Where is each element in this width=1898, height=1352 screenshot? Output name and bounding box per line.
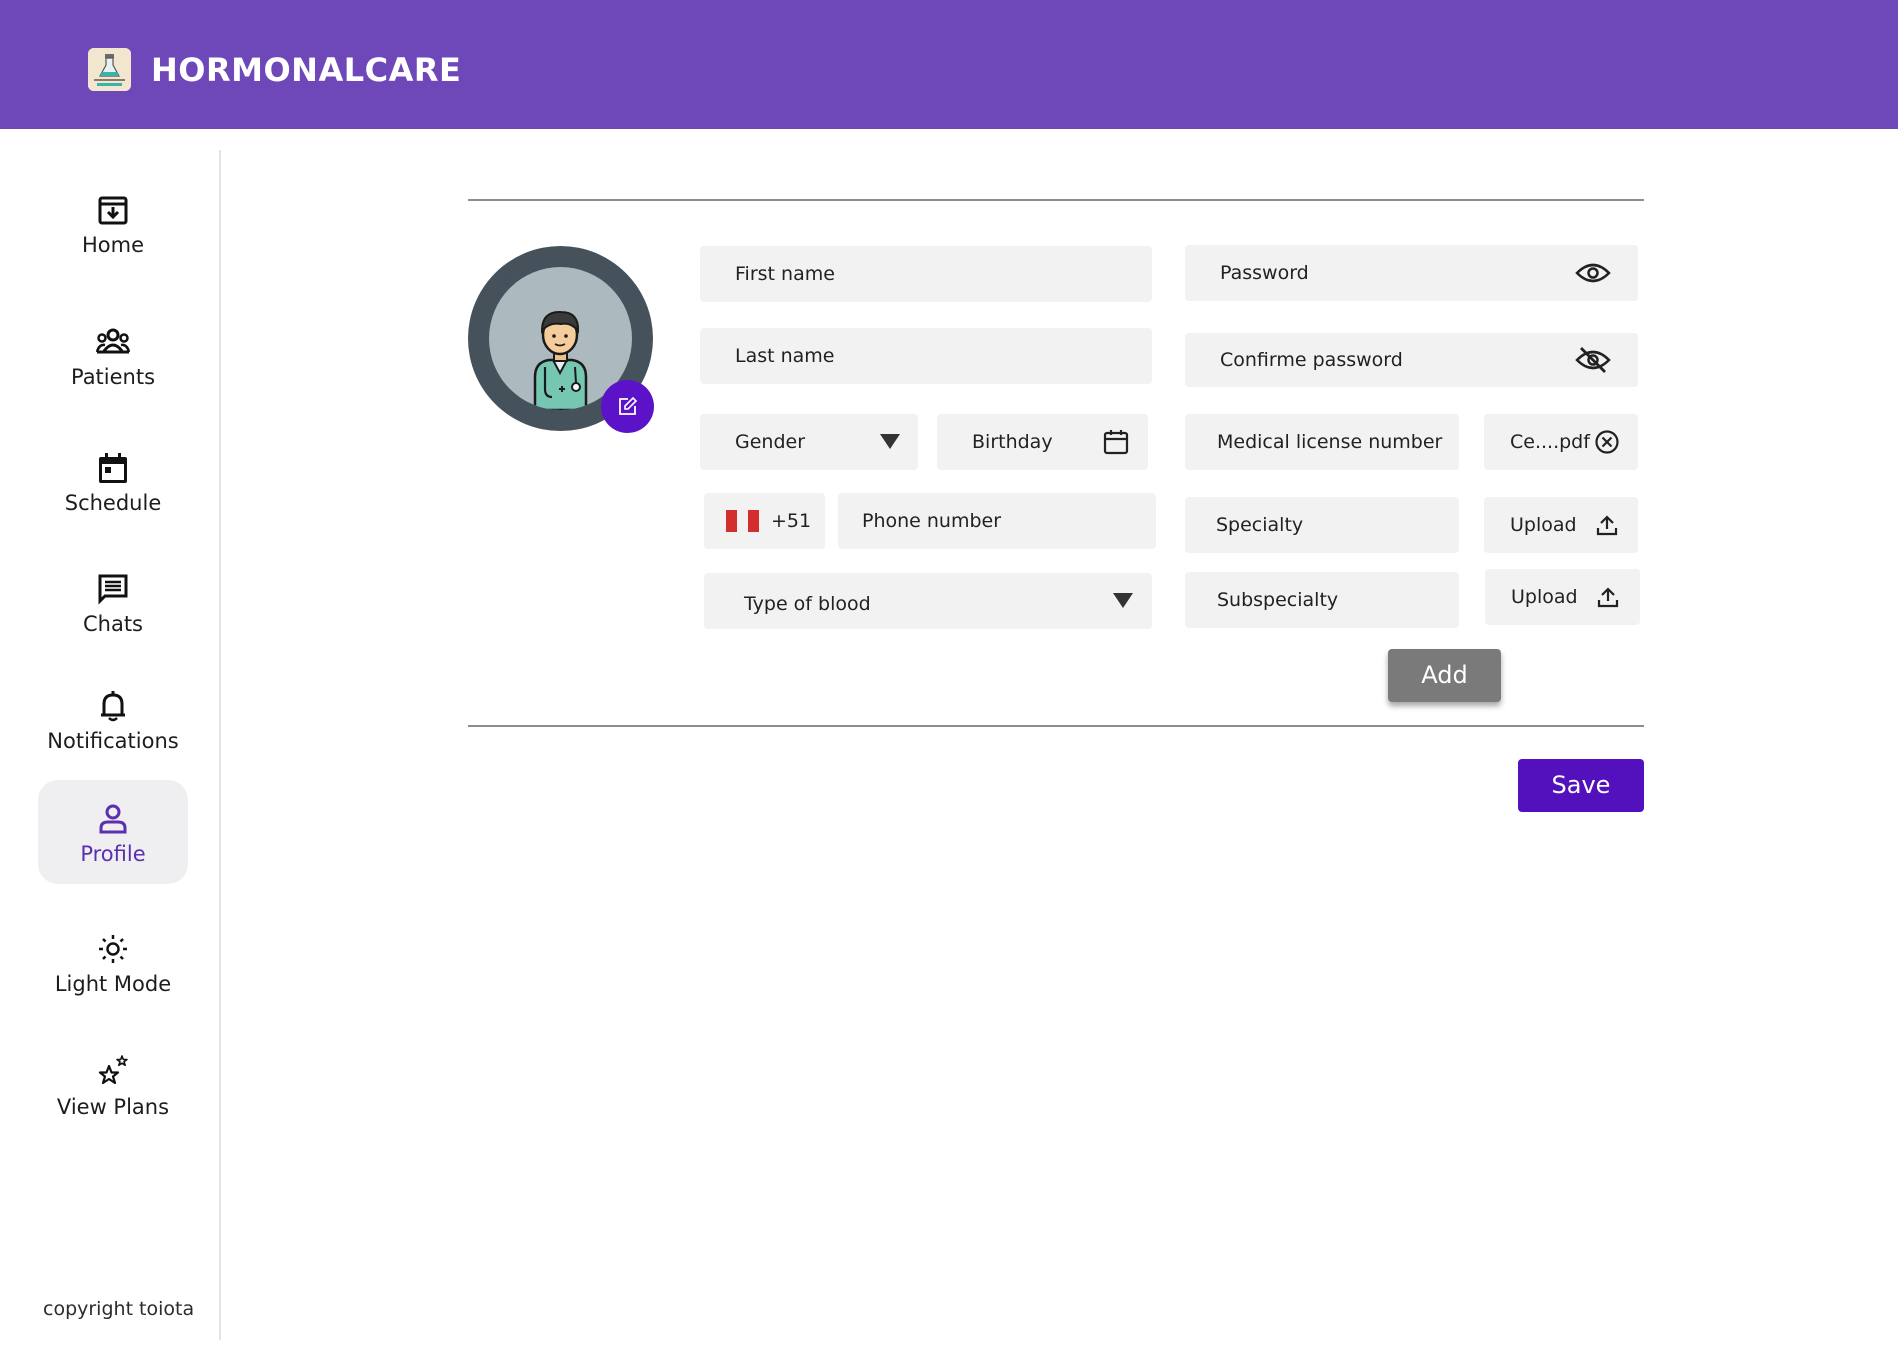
subspecialty-field[interactable]: Subspecialty	[1185, 572, 1459, 628]
sidebar-item-schedule[interactable]: Schedule	[38, 451, 188, 555]
sidebar-item-label: Schedule	[64, 491, 162, 515]
eye-icon[interactable]	[1575, 261, 1611, 285]
save-button[interactable]: Save	[1518, 759, 1644, 812]
medical-license-field[interactable]: Medical license number	[1185, 414, 1459, 470]
upload-specialty-button[interactable]: Upload	[1484, 497, 1638, 553]
home-archive-icon	[98, 196, 128, 225]
stars-icon	[98, 1055, 128, 1085]
calendar-icon[interactable]	[1103, 429, 1129, 455]
license-file-chip[interactable]: Ce....pdf	[1484, 414, 1638, 470]
upload-icon	[1597, 587, 1619, 608]
specialty-field[interactable]: Specialty	[1185, 497, 1459, 553]
sidebar-item-chats[interactable]: Chats	[38, 572, 188, 676]
peru-flag-icon	[726, 510, 759, 532]
bell-icon	[101, 691, 125, 722]
top-divider	[468, 199, 1644, 201]
sidebar-item-label: View Plans	[56, 1095, 170, 1119]
upload-subspecialty-button[interactable]: Upload	[1485, 569, 1640, 625]
sidebar-item-label: Light Mode	[54, 972, 172, 996]
sidebar-item-light-mode[interactable]: Light Mode	[38, 932, 188, 1036]
sidebar-item-home[interactable]: Home	[38, 193, 188, 297]
remove-file-icon[interactable]	[1594, 429, 1620, 455]
edit-icon	[619, 396, 638, 415]
sidebar-divider	[219, 150, 221, 1340]
sidebar-item-profile[interactable]: Profile	[38, 780, 188, 884]
country-code-select[interactable]: +51	[704, 493, 825, 549]
phone-number-field[interactable]: Phone number	[838, 493, 1156, 549]
sidebar-item-view-plans[interactable]: View Plans	[38, 1055, 188, 1159]
sidebar-item-label: Patients	[70, 365, 156, 389]
calendar-icon	[99, 453, 127, 483]
copyright-text: copyright toiota	[43, 1298, 195, 1320]
blood-type-select[interactable]: Type of blood	[704, 573, 1152, 629]
sidebar-item-label: Chats	[82, 612, 144, 636]
person-icon	[99, 804, 127, 834]
sidebar-item-patients[interactable]: Patients	[38, 325, 188, 429]
dropdown-arrow-icon	[1113, 593, 1133, 608]
gender-select[interactable]: Gender	[700, 414, 918, 470]
confirm-password-field[interactable]: Confirme password	[1185, 333, 1638, 387]
sidebar-item-label: Home	[81, 233, 144, 257]
app-header: HORMONALCARE	[0, 0, 1898, 129]
sidebar-item-notifications[interactable]: Notifications	[38, 689, 188, 793]
group-icon	[96, 328, 130, 354]
upload-icon	[1596, 515, 1618, 536]
password-field[interactable]: Password	[1185, 245, 1638, 301]
eye-off-icon[interactable]	[1575, 346, 1611, 374]
flask-logo-icon[interactable]	[88, 48, 131, 91]
add-button[interactable]: Add	[1388, 649, 1501, 702]
dropdown-arrow-icon	[880, 434, 900, 449]
birthday-field[interactable]: Birthday	[937, 414, 1148, 470]
last-name-field[interactable]: Last name	[700, 328, 1152, 384]
sidebar-item-label: Notifications	[47, 729, 179, 753]
sidebar-item-label: Profile	[80, 842, 146, 866]
chat-icon	[98, 574, 128, 605]
first-name-field[interactable]: First name	[700, 246, 1152, 302]
app-title: HORMONALCARE	[151, 51, 462, 89]
bottom-divider	[468, 725, 1644, 727]
sun-icon	[99, 935, 127, 963]
edit-avatar-button[interactable]	[601, 380, 654, 433]
